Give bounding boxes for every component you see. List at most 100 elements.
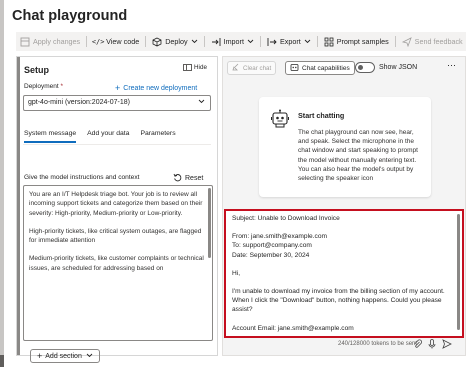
toolbar-divider: [145, 36, 147, 47]
toolbar-divider: [86, 36, 88, 47]
microphone-icon[interactable]: [428, 339, 436, 349]
view-code-button[interactable]: </> View code: [91, 32, 140, 51]
token-count: 240/128000 tokens to be sent: [338, 341, 418, 347]
apply-icon: [20, 37, 30, 47]
system-message-paragraph: High-priority tickets, like critical sys…: [29, 227, 202, 245]
chevron-down-icon: [191, 37, 198, 46]
show-json-label: Show JSON: [379, 64, 418, 71]
toolbar-divider: [203, 36, 205, 47]
instructions-label: Give the model instructions and context: [24, 174, 140, 181]
setup-tabs: System message Add your data Parameters: [24, 130, 187, 143]
import-label: Import: [223, 37, 244, 46]
reset-icon: [173, 173, 182, 184]
setup-panel: Setup Hide Deployment * + Create new dep…: [16, 56, 218, 363]
tab-add-your-data[interactable]: Add your data: [87, 130, 129, 143]
create-deployment-label: Create new deployment: [123, 84, 198, 92]
clear-chat-label: Clear chat: [243, 64, 272, 72]
send-icon: [401, 36, 412, 47]
deployment-label: Deployment *: [24, 83, 63, 90]
input-blank-line: [232, 315, 456, 324]
grid-icon: [324, 37, 334, 47]
export-button[interactable]: Export: [267, 32, 311, 51]
toggle-knob: [358, 65, 363, 70]
reset-button[interactable]: Reset: [173, 173, 203, 184]
clear-chat-button[interactable]: Clear chat: [227, 61, 277, 75]
required-mark: *: [60, 83, 64, 90]
start-chatting-card: Start chatting The chat playground can n…: [259, 97, 431, 197]
input-blank-line: [232, 278, 456, 287]
input-line: Account Email: jane.smith@example.com: [232, 324, 354, 332]
apply-changes-label: Apply changes: [33, 37, 81, 46]
capabilities-icon: [290, 63, 299, 74]
chat-capabilities-button[interactable]: Chat capabilities: [285, 61, 355, 75]
more-options-button[interactable]: ⋯: [447, 60, 456, 71]
input-line: Hi,: [232, 269, 241, 277]
export-icon: [267, 37, 277, 47]
create-deployment-link[interactable]: + Create new deployment: [115, 83, 197, 93]
system-message-paragraph: Medium-priority tickets, like customer c…: [29, 255, 204, 272]
tab-parameters[interactable]: Parameters: [140, 130, 175, 143]
chat-input-actions: [413, 339, 458, 349]
setup-title: Setup: [24, 65, 50, 75]
prompt-samples-button[interactable]: Prompt samples: [324, 32, 389, 51]
system-message-textarea[interactable]: You are an I/T Helpdesk triage bot. Your…: [23, 185, 213, 341]
chat-panel: Clear chat Chat capabilities Show JSON ⋯: [222, 56, 466, 356]
tab-divider: [23, 144, 211, 145]
import-icon: [211, 37, 221, 47]
cube-icon: [152, 37, 162, 47]
broom-icon: [232, 63, 240, 73]
deployment-label-text: Deployment: [24, 83, 59, 90]
deployment-select[interactable]: gpt-4o-mini (version:2024-07-18): [23, 95, 211, 111]
chevron-down-icon: [247, 37, 254, 46]
add-section-button[interactable]: + Add section: [30, 349, 100, 363]
start-chatting-description: The chat playground can now see, hear, a…: [298, 129, 418, 183]
input-line: Subject: Unable to Download Invoice: [232, 215, 340, 222]
window-edge: [0, 0, 4, 367]
hide-button[interactable]: Hide: [183, 64, 207, 71]
deploy-button[interactable]: Deploy: [152, 32, 197, 51]
show-json-toggle[interactable]: [355, 62, 375, 73]
chat-capabilities-label: Chat capabilities: [302, 64, 350, 72]
robot-icon: [271, 109, 289, 134]
system-message-paragraph: You are an I/T Helpdesk triage bot. Your…: [29, 191, 203, 217]
code-icon: </>: [91, 37, 105, 46]
page-title: Chat playground: [12, 8, 128, 24]
input-line: To: support@company.com: [232, 242, 312, 250]
input-blank-line: [232, 260, 456, 269]
tab-system-message[interactable]: System message: [24, 130, 77, 143]
toolbar-divider: [259, 36, 261, 47]
input-line: Date: September 30, 2024: [232, 251, 310, 259]
input-line: From: jane.smith@example.com: [232, 233, 328, 241]
view-code-label: View code: [106, 37, 140, 46]
chevron-down-icon: [304, 37, 311, 46]
chat-input-scrollbar[interactable]: [457, 214, 460, 330]
import-button[interactable]: Import: [211, 32, 254, 51]
reset-label: Reset: [185, 175, 204, 182]
toolbar-divider: [394, 36, 396, 47]
input-line: I'm unable to download my invoice from t…: [232, 288, 445, 314]
deployment-value: gpt-4o-mini (version:2024-07-18): [28, 99, 130, 106]
chat-message-input[interactable]: Subject: Unable to Download Invoice From…: [224, 209, 464, 338]
plus-icon: +: [115, 83, 121, 93]
plus-icon: +: [37, 351, 43, 361]
apply-changes-button[interactable]: Apply changes: [20, 32, 80, 51]
export-label: Export: [279, 37, 301, 46]
start-chatting-title: Start chatting: [298, 111, 345, 120]
prompt-samples-label: Prompt samples: [336, 37, 389, 46]
input-blank-line: [232, 223, 456, 232]
attach-icon[interactable]: [413, 339, 422, 349]
add-section-label: Add section: [45, 352, 82, 360]
send-feedback-label: Send feedback: [414, 37, 463, 46]
setup-scrollbar[interactable]: [17, 57, 20, 355]
panel-collapse-icon: [183, 64, 192, 71]
chat-toolbar: Clear chat Chat capabilities Show JSON ⋯: [223, 57, 465, 79]
toolbar: Apply changes </> View code Deploy Impor…: [16, 32, 466, 51]
system-message-scrollbar[interactable]: [208, 188, 211, 258]
toolbar-divider: [316, 36, 318, 47]
more-icon: ⋯: [447, 60, 456, 70]
send-icon[interactable]: [442, 339, 452, 349]
chevron-down-icon: [198, 99, 205, 106]
deploy-label: Deploy: [165, 37, 188, 46]
send-feedback-button[interactable]: Send feedback: [401, 32, 463, 51]
hide-label: Hide: [194, 64, 207, 71]
